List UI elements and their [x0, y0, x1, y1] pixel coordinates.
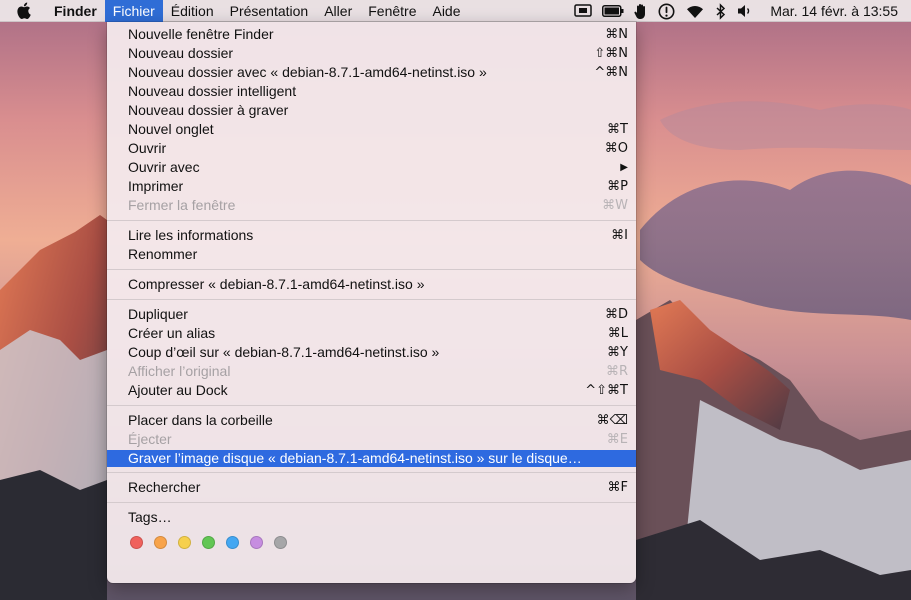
menu-separator	[107, 269, 636, 270]
menu-item-eject: Éjecter ⌘E	[128, 431, 628, 447]
menu-item-close-window: Fermer la fenêtre ⌘W	[128, 197, 628, 213]
menu-item-make-alias[interactable]: Créer un alias ⌘L	[107, 324, 636, 343]
menu-item-print[interactable]: Imprimer ⌘P	[107, 177, 636, 196]
menu-bar: Finder Fichier Édition Présentation Alle…	[0, 0, 911, 22]
menu-item-new-finder-window[interactable]: Nouvelle fenêtre Finder ⌘N	[107, 25, 636, 44]
menu-item-burn-disk-image[interactable]: Graver l’image disque « debian-8.7.1-amd…	[107, 450, 636, 467]
menu-item-new-burn-folder[interactable]: Nouveau dossier à graver	[107, 101, 636, 120]
menu-item-rename[interactable]: Renommer	[107, 245, 636, 264]
bluetooth-icon[interactable]	[715, 0, 727, 22]
menu-edition[interactable]: Édition	[163, 0, 222, 22]
menu-item-open-with[interactable]: Ouvrir avec ▶	[107, 158, 636, 177]
tag-green-dot[interactable]	[202, 535, 215, 549]
tag-blue-dot[interactable]	[226, 535, 239, 549]
menu-aller[interactable]: Aller	[316, 0, 360, 22]
menu-item-get-info[interactable]: Lire les informations ⌘I	[107, 226, 636, 245]
menu-separator	[107, 220, 636, 221]
menu-presentation[interactable]: Présentation	[222, 0, 317, 22]
wifi-icon[interactable]	[685, 0, 705, 22]
menu-item-new-folder[interactable]: Nouveau dossier ⇧⌘N	[107, 44, 636, 63]
hand-icon[interactable]	[634, 0, 648, 22]
menu-item-find[interactable]: Rechercher ⌘F	[107, 478, 636, 497]
tag-color-row	[107, 531, 636, 553]
menu-separator	[107, 502, 636, 503]
menu-item-new-folder-with-selection[interactable]: Nouveau dossier avec « debian-8.7.1-amd6…	[107, 63, 636, 82]
volume-icon[interactable]	[737, 0, 753, 22]
menu-item-tags[interactable]: Tags…	[107, 508, 636, 527]
tag-purple-dot[interactable]	[250, 535, 263, 549]
menu-fenetre[interactable]: Fenêtre	[360, 0, 424, 22]
menu-item-show-original: Afficher l’original ⌘R	[128, 363, 628, 379]
menu-item-add-to-dock[interactable]: Ajouter au Dock ^⇧⌘T	[107, 381, 636, 400]
battery-icon[interactable]	[602, 0, 624, 22]
menu-separator	[107, 405, 636, 406]
menu-item-compress[interactable]: Compresser « debian-8.7.1-amd64-netinst.…	[107, 275, 636, 294]
submenu-arrow-icon: ▶	[620, 162, 628, 173]
menu-fichier[interactable]: Fichier	[104, 0, 163, 22]
tag-orange-dot[interactable]	[154, 535, 167, 549]
lock-icon[interactable]	[658, 0, 675, 22]
menu-item-move-to-trash[interactable]: Placer dans la corbeille ⌘⌫	[107, 411, 636, 430]
menu-aide[interactable]: Aide	[424, 0, 468, 22]
tag-red-dot[interactable]	[130, 535, 143, 549]
menu-item-new-tab[interactable]: Nouvel onglet ⌘T	[107, 120, 636, 139]
status-area: Mar. 14 févr. à 13:55	[569, 0, 911, 22]
menu-separator	[107, 472, 636, 473]
tag-gray-dot[interactable]	[274, 535, 287, 549]
menu-item-new-smart-folder[interactable]: Nouveau dossier intelligent	[107, 82, 636, 101]
menu-separator	[107, 299, 636, 300]
menu-app-finder[interactable]: Finder	[52, 0, 105, 22]
menubar-clock[interactable]: Mar. 14 févr. à 13:55	[770, 3, 898, 19]
menu-item-open[interactable]: Ouvrir ⌘O	[107, 139, 636, 158]
file-menu-dropdown: Nouvelle fenêtre Finder ⌘N Nouveau dossie…	[107, 22, 636, 583]
tag-yellow-dot[interactable]	[178, 535, 191, 549]
screen-mirroring-icon[interactable]	[574, 0, 593, 22]
apple-menu-icon[interactable]	[16, 2, 36, 19]
menu-item-duplicate[interactable]: Dupliquer ⌘D	[107, 305, 636, 324]
menu-item-quick-look[interactable]: Coup d’œil sur « debian-8.7.1-amd64-neti…	[107, 343, 636, 362]
